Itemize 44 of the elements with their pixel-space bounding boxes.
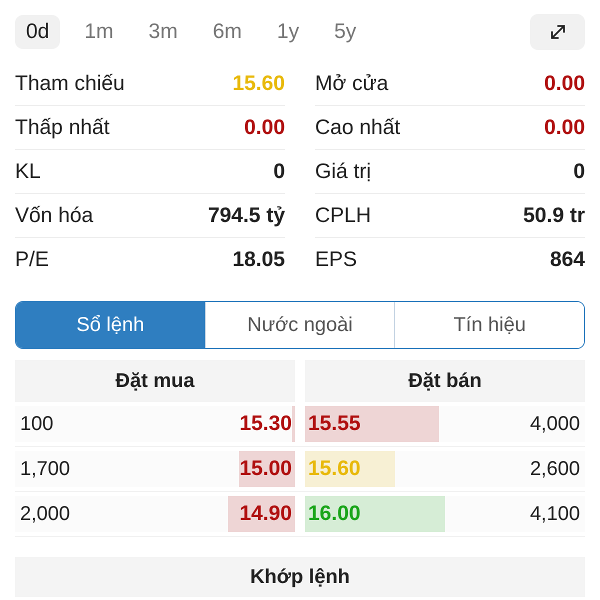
- stat-label: KL: [15, 160, 41, 184]
- stat-label: CPLH: [315, 204, 372, 228]
- column-header: Đặt mua: [15, 360, 295, 402]
- period-tab[interactable]: 0d: [15, 15, 60, 49]
- column-header: Đặt bán: [305, 360, 585, 402]
- stat-label: Giá trị: [315, 160, 372, 184]
- sell-price: 15.60: [307, 457, 362, 481]
- sell-price: 15.55: [307, 412, 362, 436]
- stat-value: 18.05: [232, 248, 285, 272]
- stat-value: 864: [550, 248, 585, 272]
- stat-label: EPS: [315, 248, 358, 272]
- stat-value: 794.5 tỷ: [208, 204, 285, 228]
- stat-value: 0.00: [544, 72, 585, 96]
- stat-label: Mở cửa: [315, 72, 388, 96]
- buy-price: 14.90: [238, 502, 293, 526]
- tab[interactable]: Sổ lệnh: [16, 302, 205, 348]
- buy-volume: 1,700: [19, 458, 72, 480]
- buy-volume: 100: [19, 412, 54, 436]
- stat-value: 0.00: [244, 116, 285, 140]
- stat-label: Vốn hóa: [15, 204, 94, 228]
- buy-price: 15.00: [238, 457, 293, 481]
- sell-volume: 4,100: [528, 502, 581, 526]
- stat-value: 15.60: [232, 72, 285, 96]
- period-tab[interactable]: 1y: [266, 15, 310, 49]
- stat-label: Tham chiếu: [15, 72, 125, 96]
- stat-label: Cao nhất: [315, 116, 400, 140]
- stat-value: 0.00: [544, 116, 585, 140]
- stat-value: 0: [273, 160, 285, 184]
- period-tab[interactable]: 5y: [323, 15, 368, 49]
- stat-label: P/E: [15, 248, 49, 272]
- sell-volume: 4,000: [528, 412, 581, 436]
- buy-volume: 2,000: [19, 502, 72, 526]
- stat-value: 0: [573, 160, 585, 184]
- sell-volume: 2,600: [528, 458, 581, 480]
- tab[interactable]: Tín hiệu: [394, 302, 584, 348]
- buy-price: 15.30: [238, 412, 293, 436]
- stat-label: Thấp nhất: [15, 116, 110, 140]
- expand-button[interactable]: [530, 14, 585, 50]
- section-header: Khớp lệnh: [15, 557, 585, 597]
- period-tab[interactable]: 3m: [138, 15, 189, 49]
- stat-value: 50.9 tr: [523, 204, 585, 228]
- period-tab[interactable]: 6m: [202, 15, 253, 49]
- sell-price: 16.00: [307, 502, 362, 526]
- period-tab[interactable]: 1m: [73, 15, 125, 49]
